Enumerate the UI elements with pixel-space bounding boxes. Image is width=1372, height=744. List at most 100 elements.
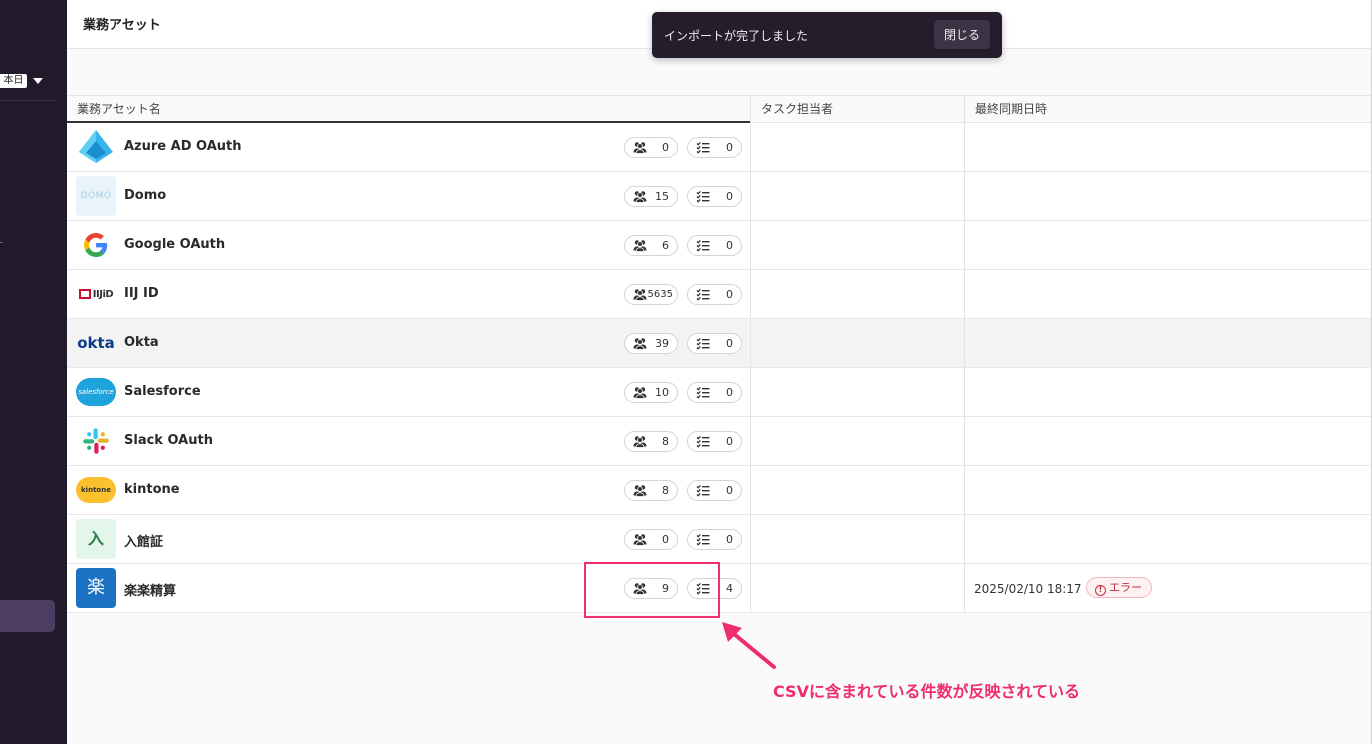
last-sync-cell	[964, 172, 1371, 220]
date-filter-value[interactable]: 本日	[0, 74, 27, 88]
task-list-icon	[696, 337, 710, 350]
task-assignee-cell[interactable]	[750, 319, 964, 367]
task-count-badge[interactable]: 0	[687, 137, 742, 158]
task-count-badge[interactable]: 0	[687, 186, 742, 207]
asset-name-cell[interactable]: okta Okta 39 0	[67, 319, 750, 367]
asset-name[interactable]: kintone	[124, 482, 180, 497]
sidebar-item-active[interactable]	[0, 600, 55, 632]
rakuraku-logo: 楽	[76, 568, 116, 608]
user-count: 15	[655, 190, 669, 203]
table-row[interactable]: okta Okta 39 0	[67, 319, 1371, 368]
user-count-badge[interactable]: 15	[624, 186, 678, 207]
table-row[interactable]: IIJiD IIJ ID 5635 0	[67, 270, 1371, 319]
task-assignee-cell[interactable]	[750, 368, 964, 416]
user-count-badge[interactable]: 10	[624, 382, 678, 403]
task-count: 0	[726, 484, 733, 497]
users-icon	[633, 533, 647, 546]
last-sync-cell: 2025/02/10 18:17 ! エラー	[964, 564, 1371, 612]
table-row[interactable]: Google OAuth 6 0	[67, 221, 1371, 270]
task-list-icon	[696, 386, 710, 399]
last-sync-cell	[964, 466, 1371, 514]
task-count: 4	[726, 582, 733, 595]
domo-logo: DOMO	[76, 176, 116, 216]
task-count: 0	[726, 239, 733, 252]
user-count-badge[interactable]: 0	[624, 137, 678, 158]
last-sync-cell	[964, 123, 1371, 171]
user-count: 10	[655, 386, 669, 399]
task-assignee-cell[interactable]	[750, 221, 964, 269]
error-status-badge[interactable]: ! エラー	[1086, 577, 1152, 598]
users-icon	[633, 386, 647, 399]
asset-name-cell[interactable]: 入入館証 0 0	[67, 515, 750, 563]
users-icon	[633, 337, 647, 350]
user-count-badge[interactable]: 8	[624, 480, 678, 501]
task-assignee-cell[interactable]	[750, 564, 964, 612]
asset-name-cell[interactable]: Azure AD OAuth 0 0	[67, 123, 750, 171]
task-count-badge[interactable]: 0	[687, 235, 742, 256]
table-row[interactable]: DOMO Domo 15 0	[67, 172, 1371, 221]
table-row[interactable]: Azure AD OAuth 0 0	[67, 123, 1371, 172]
task-count-badge[interactable]: 0	[687, 382, 742, 403]
task-count-badge[interactable]: 0	[687, 284, 742, 305]
task-count-badge[interactable]: 0	[687, 480, 742, 501]
toast-message: インポートが完了しました	[664, 29, 809, 43]
task-assignee-cell[interactable]	[750, 172, 964, 220]
column-header-asset-name[interactable]: 業務アセット名	[67, 96, 750, 123]
sidebar-divider	[0, 100, 55, 101]
task-list-icon	[696, 533, 710, 546]
asset-name-cell[interactable]: IIJiD IIJ ID 5635 0	[67, 270, 750, 318]
asset-name-cell[interactable]: salesforce Salesforce 10 0	[67, 368, 750, 416]
table-row[interactable]: 入入館証 0 0	[67, 515, 1371, 564]
caret-down-icon[interactable]	[33, 78, 43, 84]
user-count: 0	[662, 533, 669, 546]
users-icon	[633, 435, 647, 448]
asset-name[interactable]: 楽楽精算	[124, 580, 176, 599]
asset-name[interactable]: Salesforce	[124, 384, 201, 399]
task-assignee-cell[interactable]	[750, 123, 964, 171]
user-count-badge[interactable]: 39	[624, 333, 678, 354]
column-header-last-sync[interactable]: 最終同期日時	[964, 96, 1371, 123]
error-status-label: エラー	[1109, 581, 1142, 594]
asset-name[interactable]: IIJ ID	[124, 286, 159, 301]
column-header-task-assignee[interactable]: タスク担当者	[750, 96, 964, 123]
users-icon	[633, 484, 647, 497]
task-assignee-cell[interactable]	[750, 417, 964, 465]
task-count: 0	[726, 190, 733, 203]
task-assignee-cell[interactable]	[750, 515, 964, 563]
table-row[interactable]: kintone kintone 8 0	[67, 466, 1371, 515]
asset-name-cell[interactable]: kintone kintone 8 0	[67, 466, 750, 514]
task-assignee-cell[interactable]	[750, 466, 964, 514]
table-row[interactable]: salesforce Salesforce 10 0	[67, 368, 1371, 417]
task-list-icon	[696, 190, 710, 203]
asset-name[interactable]: Slack OAuth	[124, 433, 213, 448]
user-count-badge[interactable]: 8	[624, 431, 678, 452]
asset-name-cell[interactable]: DOMO Domo 15 0	[67, 172, 750, 220]
asset-name[interactable]: 入館証	[124, 531, 163, 550]
asset-name-cell[interactable]: Google OAuth 6 0	[67, 221, 750, 269]
import-complete-toast: インポートが完了しました 閉じる	[652, 12, 1002, 58]
iij-logo: IIJiD	[76, 274, 116, 314]
asset-name[interactable]: Domo	[124, 188, 166, 203]
users-icon	[633, 239, 647, 252]
asset-name-cell[interactable]: Slack OAuth 8 0	[67, 417, 750, 465]
task-count-badge[interactable]: 0	[687, 333, 742, 354]
asset-name[interactable]: Okta	[124, 335, 159, 350]
user-count-badge[interactable]: 5635	[624, 284, 678, 305]
users-icon	[633, 141, 647, 154]
task-count-badge[interactable]: 0	[687, 431, 742, 452]
task-count: 0	[726, 533, 733, 546]
task-count-badge[interactable]: 0	[687, 529, 742, 550]
user-count-badge[interactable]: 6	[624, 235, 678, 256]
last-sync-cell	[964, 319, 1371, 367]
kintone-logo: kintone	[76, 470, 116, 510]
task-list-icon	[696, 288, 710, 301]
salesforce-logo: salesforce	[76, 372, 116, 412]
table-row[interactable]: Slack OAuth 8 0	[67, 417, 1371, 466]
asset-name[interactable]: Azure AD OAuth	[124, 139, 242, 154]
toast-close-button[interactable]: 閉じる	[934, 20, 990, 49]
asset-name[interactable]: Google OAuth	[124, 237, 225, 252]
user-count-badge[interactable]: 0	[624, 529, 678, 550]
last-sync-cell	[964, 417, 1371, 465]
last-sync-date: 2025/02/10 18:17	[974, 582, 1082, 596]
task-assignee-cell[interactable]	[750, 270, 964, 318]
